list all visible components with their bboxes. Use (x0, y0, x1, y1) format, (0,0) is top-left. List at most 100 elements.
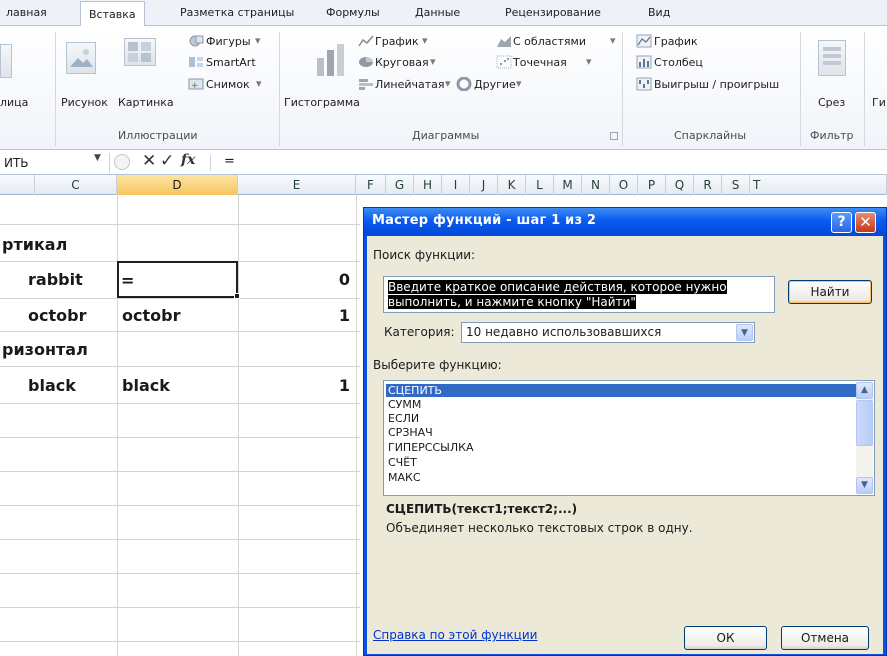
formula-input[interactable]: = (224, 154, 235, 169)
scatter-chart-icon[interactable] (496, 55, 512, 69)
chevron-down-icon[interactable]: ▼ (736, 324, 753, 341)
list-item[interactable]: СЧЁТ (386, 456, 856, 469)
line-chart-icon[interactable] (358, 34, 374, 48)
column-header-partial[interactable] (0, 175, 35, 195)
chart-area-button[interactable]: С областями (513, 35, 586, 48)
chart-line-button[interactable]: График (375, 35, 419, 48)
column-header-h[interactable]: H (414, 175, 442, 195)
pie-chart-icon[interactable] (358, 55, 374, 69)
find-button[interactable]: Найти (788, 280, 872, 304)
column-header-r[interactable]: R (694, 175, 722, 195)
scroll-thumb[interactable] (856, 400, 873, 446)
shapes-icon[interactable] (188, 34, 204, 48)
column-header-t[interactable]: T (750, 175, 887, 195)
cancel-edit-icon[interactable]: ✕ (142, 151, 156, 171)
cell-d2[interactable]: = (121, 271, 134, 290)
chart-bar-button[interactable]: Линейчатая (375, 78, 445, 91)
cell-c2[interactable]: rabbit (28, 270, 83, 289)
cell-e3[interactable]: 1 (300, 306, 350, 325)
column-header-p[interactable]: P (638, 175, 666, 195)
other-charts-icon[interactable] (456, 77, 472, 91)
screenshot-button[interactable]: Снимок (206, 78, 250, 91)
column-header-o[interactable]: O (610, 175, 638, 195)
function-help-link[interactable]: Справка по этой функции (373, 628, 537, 642)
sparkline-line-icon[interactable] (636, 34, 652, 48)
sparkline-winloss-button[interactable]: Выигрыш / проигрыш (654, 78, 779, 91)
cell-c1[interactable]: ртикал (2, 235, 67, 254)
column-header-c[interactable]: C (35, 175, 117, 195)
hyperlink-button[interactable]: Ги (872, 96, 886, 109)
smartart-icon[interactable] (188, 55, 204, 69)
column-header-f[interactable]: F (356, 175, 386, 195)
search-input[interactable]: Введите краткое описание действия, котор… (383, 276, 775, 313)
chevron-up-icon[interactable]: ▲ (856, 382, 873, 399)
list-item[interactable]: СУММ (386, 398, 856, 411)
column-header-l[interactable]: L (526, 175, 554, 195)
cell-e5[interactable]: 1 (300, 376, 350, 395)
list-item[interactable]: МАКС (386, 471, 856, 484)
sparkline-column-button[interactable]: Столбец (654, 56, 703, 69)
list-item[interactable]: ЕСЛИ (386, 412, 856, 425)
sparkline-winloss-icon[interactable] (636, 77, 652, 91)
cancel-button[interactable]: Отмена (781, 626, 869, 650)
column-header-g[interactable]: G (386, 175, 414, 195)
histogram-icon[interactable] (313, 42, 349, 78)
function-list[interactable]: СЦЕПИТЬ СУММ ЕСЛИ СРЗНАЧ ГИПЕРССЫЛКА СЧЁ… (383, 380, 875, 496)
column-header-m[interactable]: M (554, 175, 582, 195)
picture-button[interactable]: Рисунок (61, 96, 108, 109)
close-icon[interactable]: ✕ (855, 212, 876, 233)
shapes-button[interactable]: Фигуры (206, 35, 251, 48)
chart-scatter-button[interactable]: Точечная (513, 56, 567, 69)
dialog-launcher-icon[interactable] (610, 132, 618, 140)
tab-formulas[interactable]: Формулы (326, 0, 380, 26)
cell-c3[interactable]: octobr (28, 306, 86, 325)
sparkline-column-icon[interactable] (636, 55, 652, 69)
insert-function-icon[interactable]: fx (181, 152, 195, 168)
cell-d3[interactable]: octobr (122, 306, 180, 325)
active-cell-d2[interactable]: = (117, 261, 238, 298)
search-input-text[interactable]: Введите краткое описание действия, котор… (388, 280, 768, 310)
column-header-s[interactable]: S (722, 175, 750, 195)
table-icon[interactable] (0, 44, 12, 78)
cell-d5[interactable]: black (122, 376, 170, 395)
table-button-label[interactable]: лица (0, 96, 28, 109)
column-header-e[interactable]: E (238, 175, 356, 195)
slicer-button[interactable]: Срез (818, 96, 845, 109)
chevron-down-icon[interactable]: ▼ (94, 153, 101, 163)
screenshot-icon[interactable]: + (188, 77, 204, 91)
area-chart-icon[interactable] (496, 34, 512, 48)
confirm-edit-icon[interactable]: ✓ (160, 151, 174, 171)
help-icon[interactable]: ? (831, 212, 852, 233)
tab-review[interactable]: Рецензирование (505, 0, 601, 26)
column-header-n[interactable]: N (582, 175, 610, 195)
tab-insert[interactable]: Вставка (80, 1, 145, 27)
column-header-i[interactable]: I (442, 175, 470, 195)
chart-other-button[interactable]: Другие (474, 78, 516, 91)
category-select[interactable]: 10 недавно использовавшихся ▼ (461, 322, 755, 343)
cell-e2[interactable]: 0 (300, 270, 350, 289)
chart-pie-button[interactable]: Круговая (375, 56, 429, 69)
cell-c4[interactable]: ризонтал (2, 340, 88, 359)
column-header-j[interactable]: J (470, 175, 498, 195)
smartart-button[interactable]: SmartArt (206, 56, 256, 69)
picture-icon[interactable] (66, 42, 96, 74)
ok-button[interactable]: ОК (684, 626, 767, 650)
list-item[interactable]: СРЗНАЧ (386, 426, 856, 439)
clipart-icon[interactable] (124, 38, 156, 66)
tab-view[interactable]: Вид (648, 0, 670, 26)
dialog-title-bar[interactable]: Мастер функций - шаг 1 из 2 ? ✕ (364, 208, 886, 236)
cell-c5[interactable]: black (28, 376, 76, 395)
sparkline-line-button[interactable]: График (654, 35, 698, 48)
histogram-button[interactable]: Гистограмма (284, 96, 360, 109)
bar-chart-icon[interactable] (358, 77, 374, 91)
slicer-icon[interactable] (818, 40, 846, 76)
tab-home[interactable]: лавная (6, 0, 47, 26)
list-item[interactable]: ГИПЕРССЫЛКА (386, 441, 856, 454)
tab-data[interactable]: Данные (415, 0, 460, 26)
column-header-d[interactable]: D (117, 175, 238, 195)
fill-handle[interactable] (234, 293, 240, 299)
tab-page-layout[interactable]: Разметка страницы (180, 0, 294, 26)
column-header-q[interactable]: Q (666, 175, 694, 195)
column-header-k[interactable]: K (498, 175, 526, 195)
list-item[interactable]: СЦЕПИТЬ (386, 384, 856, 397)
